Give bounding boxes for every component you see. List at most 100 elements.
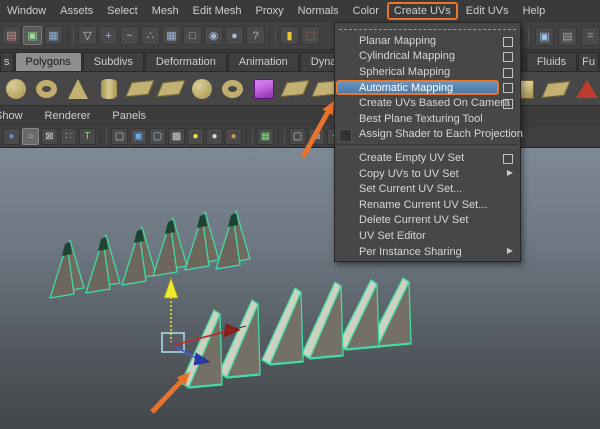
menu-item-set-current-uv-set[interactable]: Set Current UV Set... [335, 181, 520, 197]
subdiv-cube-icon[interactable] [250, 75, 277, 102]
isolate-select-icon[interactable]: ▢ [289, 128, 306, 145]
shelf-right [511, 72, 600, 106]
menu-item-delete-current-uv-set[interactable]: Delete Current UV Set [335, 213, 520, 229]
menu-item-cylindrical-mapping[interactable]: Cylindrical Mapping [335, 49, 520, 65]
slab-face-4[interactable] [226, 303, 261, 378]
menu-checkbox[interactable] [339, 128, 352, 142]
smooth-sphere-icon[interactable] [188, 75, 215, 102]
poly-fold-icon[interactable] [279, 75, 310, 102]
slab-face-2[interactable] [309, 285, 344, 359]
menu-item-best-plane-texturing-tool[interactable]: Best Plane Texturing Tool [335, 111, 520, 127]
menu-separator [337, 144, 518, 149]
panel-menu-panels[interactable]: Panels [101, 108, 157, 124]
xray-icon[interactable]: ▦ [257, 128, 274, 145]
render-current-frame-icon[interactable]: ▣ [535, 26, 554, 46]
menu-item-create-empty-uv-set[interactable]: Create Empty UV Set [335, 150, 520, 166]
tab-polygons[interactable]: Polygons [14, 52, 82, 71]
menu-item-assign-shader-to-each-projection[interactable]: Assign Shader to Each Projection [335, 127, 523, 143]
poly-sphere-icon[interactable] [2, 75, 29, 102]
input-connections-icon[interactable]: ● [225, 26, 244, 45]
menu-item-automatic-mapping[interactable]: Automatic Mapping [335, 79, 520, 96]
panel-menu-show[interactable]: Show [0, 108, 34, 124]
menubar-item-mesh[interactable]: Mesh [145, 3, 186, 19]
snap-view-icon[interactable]: □ [183, 26, 202, 45]
highlight-selection-icon[interactable]: ⬚ [301, 26, 320, 45]
help-icon[interactable]: ? [246, 26, 265, 45]
slab-face-5[interactable] [188, 313, 223, 388]
option-box-icon[interactable] [503, 36, 513, 47]
textured-icon[interactable]: ▢ [149, 128, 166, 145]
poly-torus-icon[interactable] [33, 75, 60, 102]
plane-pair-icon[interactable] [540, 76, 571, 103]
poly-sphere-icon-glyph [5, 78, 26, 99]
menubar-item-color[interactable]: Color [346, 3, 386, 19]
snap-curve-icon[interactable]: ~ [120, 26, 139, 45]
menu-item-create-uvs-based-on-camera[interactable]: Create UVs Based On Camera [335, 95, 520, 111]
separate-view-icon[interactable]: ⧉ [308, 128, 325, 145]
poly-cone-icon[interactable] [64, 75, 91, 102]
menu-item-label: Best Plane Texturing Tool [359, 112, 483, 125]
ipr-render-icon[interactable]: ▤ [558, 26, 577, 46]
poly-sphere-wire-icon[interactable] [219, 75, 246, 102]
tab-fu[interactable]: Fu [578, 52, 599, 71]
menu-item-label: Rename Current UV Set... [359, 198, 488, 211]
menu-item-planar-mapping[interactable]: Planar Mapping [335, 33, 520, 49]
menubar-item-normals[interactable]: Normals [291, 3, 346, 19]
tab-fluids[interactable]: Fluids [525, 52, 578, 71]
snap-grid-icon[interactable]: + [99, 26, 118, 45]
panel-menu-renderer[interactable]: Renderer [34, 108, 102, 124]
wireframe-icon[interactable]: ▢ [111, 128, 128, 145]
menu-item-uv-set-editor[interactable]: UV Set Editor [335, 228, 520, 244]
menubar: Window Assets Select Mesh Edit Mesh Proxy Norm… [0, 0, 600, 23]
poly-plane-icon[interactable] [124, 75, 155, 102]
slab-face-1[interactable] [345, 283, 380, 350]
tab-subdivs[interactable]: Subdivs [82, 52, 144, 71]
slab-face-3[interactable] [269, 291, 304, 365]
select-object-mode-icon[interactable]: ▣ [23, 26, 42, 45]
safe-title-icon[interactable]: T [79, 128, 96, 145]
select-component-mode-icon[interactable]: ▦ [44, 26, 63, 45]
tearoff-handle[interactable] [339, 25, 516, 30]
checker-icon[interactable]: ▩ [168, 128, 185, 145]
menubar-item-assets[interactable]: Assets [53, 3, 100, 19]
menubar-item-create-uvs[interactable]: Create UVs [386, 2, 458, 20]
menu-item-spherical-mapping[interactable]: Spherical Mapping [335, 64, 520, 80]
tab-animation[interactable]: Animation [227, 52, 299, 71]
lock-icon[interactable]: ▮ [280, 26, 299, 45]
option-box-icon[interactable] [503, 52, 513, 63]
no-gate-icon[interactable]: ○ [22, 128, 39, 145]
no-lights-icon[interactable]: ● [225, 128, 242, 145]
menubar-item-select[interactable]: Select [100, 3, 145, 19]
option-box-icon[interactable] [503, 67, 513, 78]
field-chart-icon[interactable]: ∷ [60, 128, 77, 145]
menubar-item-window[interactable]: Window [0, 3, 53, 19]
render-settings-icon[interactable]: ⌗ [581, 26, 600, 46]
menu-item-rename-current-uv-set[interactable]: Rename Current UV Set... [335, 197, 520, 213]
poly-scatter-icon[interactable] [155, 75, 186, 102]
snap-filter-icon[interactable]: ▽ [78, 26, 97, 45]
tab-s[interactable]: s [0, 52, 14, 71]
slab-face-0[interactable] [377, 281, 412, 347]
default-light-icon[interactable]: ● [206, 128, 223, 145]
menu-item-per-instance-sharing[interactable]: Per Instance Sharing ▶ [335, 244, 520, 260]
make-live-icon[interactable]: ◉ [204, 26, 223, 45]
menubar-item-help[interactable]: Help [516, 3, 553, 19]
option-box-icon[interactable] [503, 83, 513, 94]
menubar-item-edit-mesh[interactable]: Edit Mesh [186, 3, 249, 19]
layer-stack-icon[interactable]: ▤ [2, 26, 21, 45]
camera-attrs-icon[interactable]: ● [3, 128, 20, 145]
menu-item-copy-uvs-to-uv-set[interactable]: Copy UVs to UV Set ▶ [335, 166, 520, 182]
poly-cylinder-icon[interactable] [95, 75, 122, 102]
fluid-cone-icon[interactable] [573, 76, 600, 103]
menubar-item-proxy[interactable]: Proxy [249, 3, 291, 19]
resolution-gate-icon[interactable]: ⊠ [41, 128, 58, 145]
option-box-icon[interactable] [503, 153, 513, 164]
option-box-icon[interactable] [503, 98, 513, 109]
shaded-icon[interactable]: ▣ [130, 128, 147, 145]
menubar-item-edit-uvs[interactable]: Edit UVs [459, 3, 516, 19]
tab-deformation[interactable]: Deformation [144, 52, 227, 71]
snap-point-icon[interactable]: ∴ [141, 26, 160, 45]
use-all-lights-icon[interactable]: ● [187, 128, 204, 145]
manipulator-y-arrow[interactable] [163, 277, 179, 299]
snap-plane-icon[interactable]: ▦ [162, 26, 181, 45]
